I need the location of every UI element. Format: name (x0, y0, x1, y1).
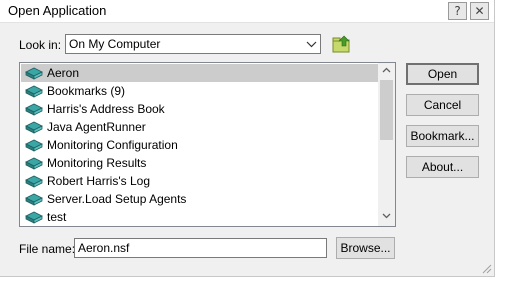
file-name-value: Aeron.nsf (78, 241, 130, 255)
scroll-thumb[interactable] (380, 80, 393, 140)
list-item[interactable]: Monitoring Results (21, 154, 379, 172)
cancel-button[interactable]: Cancel (406, 94, 479, 116)
list-item-label: Harris's Address Book (47, 102, 165, 116)
resize-grip-icon[interactable] (480, 262, 492, 274)
look-in-value: On My Computer (69, 37, 161, 51)
close-icon: ✕ (474, 4, 485, 18)
database-icon (25, 139, 43, 152)
database-icon (25, 211, 43, 224)
list-item-label: Bookmarks (9) (47, 84, 126, 98)
list-item-label: Java AgentRunner (47, 120, 146, 134)
look-in-dropdown[interactable]: On My Computer (65, 34, 321, 54)
database-icon (25, 85, 43, 98)
database-icon (25, 103, 43, 116)
list-item[interactable]: Monitoring Configuration (21, 136, 379, 154)
application-list[interactable]: Aeron Bookmarks (9) Harris's Address Book J… (19, 62, 396, 227)
database-icon (25, 175, 43, 188)
list-item-label: Robert Harris's Log (47, 174, 150, 188)
database-icon (25, 121, 43, 134)
list-item[interactable]: Harris's Address Book (21, 100, 379, 118)
list-item[interactable]: Robert Harris's Log (21, 172, 379, 190)
file-name-label: File name: (19, 242, 76, 256)
list-item-label: Aeron (47, 66, 80, 80)
chevron-down-icon[interactable] (303, 35, 320, 53)
file-name-field[interactable]: Aeron.nsf (74, 238, 327, 258)
scroll-down-icon[interactable] (378, 209, 395, 226)
up-folder-icon (332, 35, 350, 53)
database-icon (25, 157, 43, 170)
help-button[interactable]: ? (448, 2, 467, 20)
bookmark-button[interactable]: Bookmark... (406, 125, 479, 147)
list-item-label: test (47, 210, 67, 224)
browse-button[interactable]: Browse... (336, 237, 395, 259)
list-item[interactable]: Server.Load Setup Agents (21, 190, 379, 208)
list-item[interactable]: test (21, 208, 379, 226)
vertical-scrollbar[interactable] (378, 63, 395, 226)
open-button[interactable]: Open (406, 63, 479, 85)
list-item[interactable]: Aeron (21, 64, 379, 82)
list-item-label: Monitoring Results (47, 156, 147, 170)
list-item-label: Server.Load Setup Agents (47, 192, 187, 206)
title-bar[interactable]: Open Application ? ✕ (0, 0, 494, 23)
dialog-title: Open Application (8, 3, 107, 18)
list-item[interactable]: Bookmarks (9) (21, 82, 379, 100)
scroll-up-icon[interactable] (378, 63, 395, 80)
help-icon: ? (454, 4, 461, 18)
up-folder-button[interactable] (331, 33, 353, 55)
look-in-label: Look in: (19, 38, 62, 52)
database-icon (25, 193, 43, 206)
list-item-label: Monitoring Configuration (47, 138, 178, 152)
database-icon (25, 67, 43, 80)
open-application-dialog: Open Application ? ✕ Look in: On My Comp… (0, 0, 495, 277)
close-button[interactable]: ✕ (470, 2, 489, 20)
list-item[interactable]: Java AgentRunner (21, 118, 379, 136)
about-button[interactable]: About... (406, 156, 479, 178)
